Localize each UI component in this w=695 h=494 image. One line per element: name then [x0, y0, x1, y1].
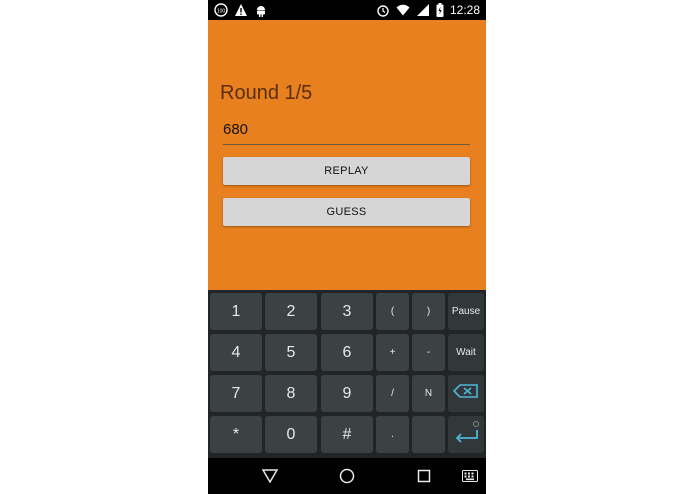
key-1[interactable]: 1 [210, 293, 262, 330]
app-content: Round 1/5 REPLAY GUESS [208, 20, 486, 290]
round-label: Round 1/5 [220, 82, 313, 104]
status-time: 12:28 [449, 3, 480, 17]
key-6[interactable]: 6 [321, 334, 373, 371]
battery-icon [436, 3, 444, 17]
key-4[interactable]: 4 [210, 334, 262, 371]
notification-icon: 100 [214, 3, 228, 17]
key-3[interactable]: 3 [321, 293, 373, 330]
numeric-keyboard: 1 2 3 ( ) Pause 4 5 6 + - Wait 7 8 9 / N… [208, 290, 486, 458]
key-2[interactable]: 2 [265, 293, 317, 330]
key-pause[interactable]: Pause [448, 293, 484, 330]
phone-screen: 100 12:28 Round 1/5 680 REPLAY GUESS 1 2… [208, 0, 486, 494]
status-bar: 100 12:28 [208, 0, 486, 20]
key-7[interactable]: 7 [210, 375, 262, 412]
key-9[interactable]: 9 [321, 375, 373, 412]
guess-button[interactable]: GUESS [223, 198, 470, 226]
alarm-icon [376, 3, 390, 17]
key-5[interactable]: 5 [265, 334, 317, 371]
key-minus[interactable]: - [412, 334, 445, 371]
navigation-bar [208, 458, 486, 494]
key-0[interactable]: 0 [265, 416, 317, 453]
home-icon[interactable] [337, 466, 357, 486]
key-n[interactable]: N [412, 375, 445, 412]
backspace-icon [452, 384, 479, 403]
back-icon[interactable] [260, 466, 280, 486]
key-backspace[interactable] [448, 375, 484, 412]
key-open-paren[interactable]: ( [376, 293, 409, 330]
key-enter[interactable] [448, 416, 484, 453]
svg-text:100: 100 [217, 9, 226, 15]
signal-icon [416, 3, 430, 17]
key-hash[interactable]: # [321, 416, 373, 453]
key-8[interactable]: 8 [265, 375, 317, 412]
android-icon [254, 3, 268, 17]
guess-field[interactable] [223, 120, 470, 145]
enter-icon [452, 421, 480, 448]
replay-button[interactable]: REPLAY [223, 157, 470, 185]
key-star[interactable]: * [210, 416, 262, 453]
guess-input[interactable] [223, 120, 470, 140]
wifi-icon [396, 3, 410, 17]
key-period[interactable]: . [376, 416, 409, 453]
warning-icon [234, 3, 248, 17]
key-close-paren[interactable]: ) [412, 293, 445, 330]
keyboard-switch-icon[interactable] [460, 466, 480, 486]
key-slash[interactable]: / [376, 375, 409, 412]
key-plus[interactable]: + [376, 334, 409, 371]
key-wait[interactable]: Wait [448, 334, 484, 371]
key-blank[interactable] [412, 416, 445, 453]
recents-icon[interactable] [414, 466, 434, 486]
